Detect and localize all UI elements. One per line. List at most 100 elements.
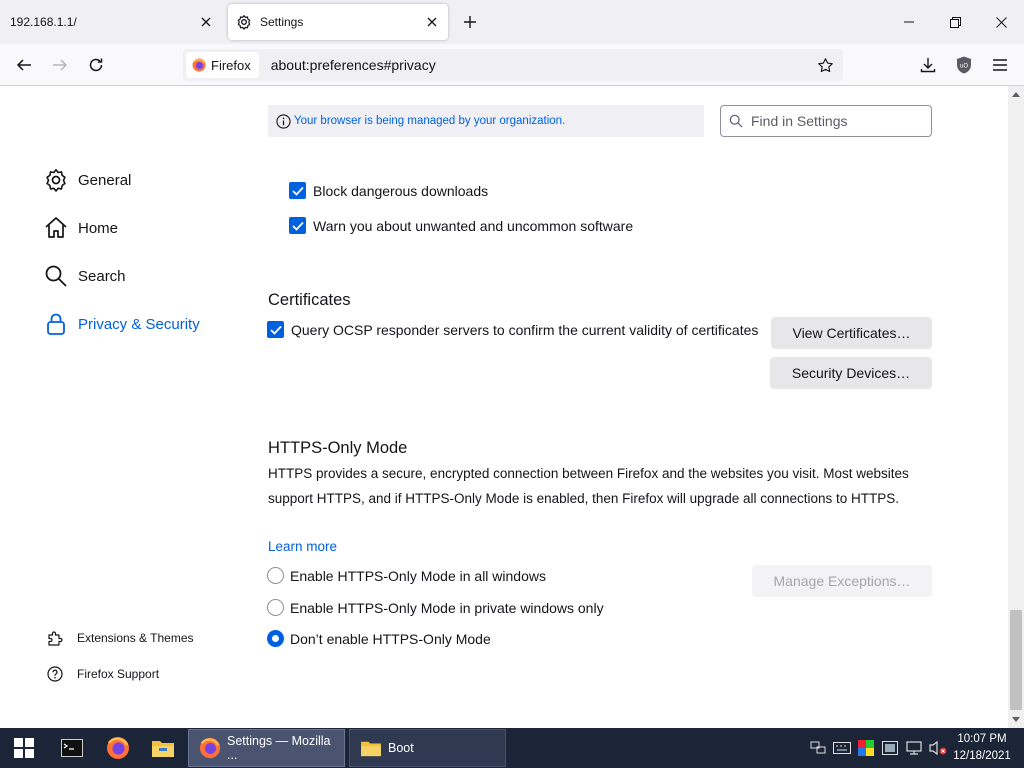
scroll-down-arrow-icon[interactable] — [1008, 712, 1024, 728]
home-icon — [44, 216, 68, 240]
warn-unwanted-software-checkbox[interactable] — [289, 217, 306, 234]
radio-label: Enable HTTPS-Only Mode in private window… — [290, 599, 604, 616]
sidebar-link-extensions-themes[interactable]: Extensions & Themes — [46, 629, 194, 647]
search-icon — [729, 113, 745, 129]
sidebar-item-label: General — [78, 171, 132, 189]
radio-button[interactable] — [267, 599, 284, 616]
url-text[interactable]: about:preferences#privacy — [271, 57, 436, 73]
tab-router[interactable]: 192.168.1.1/ — [0, 4, 222, 40]
url-bar[interactable]: Firefox about:preferences#privacy — [183, 49, 843, 81]
scroll-up-arrow-icon[interactable] — [1008, 86, 1024, 102]
hamburger-menu-icon[interactable] — [985, 50, 1015, 80]
close-tab-icon[interactable] — [420, 10, 444, 34]
windows-start-icon[interactable] — [2, 728, 46, 768]
keyboard-tray-icon[interactable] — [832, 738, 852, 758]
close-window-button[interactable] — [978, 0, 1024, 44]
restore-window-button[interactable] — [932, 0, 978, 44]
svg-text:uO: uO — [960, 64, 968, 70]
reload-button[interactable] — [81, 50, 111, 80]
find-in-settings-field[interactable] — [720, 105, 932, 137]
gear-icon — [236, 13, 254, 31]
windows-taskbar: Settings — Mozilla ... Boot 10:07 PM 12/… — [0, 728, 1024, 768]
clock-date: 12/18/2021 — [953, 750, 1011, 762]
firefox-support-label: Firefox Support — [77, 667, 160, 681]
firefox-logo-icon — [192, 58, 206, 72]
sidebar-item-label: Search — [78, 267, 126, 285]
tab-title: Settings — [260, 15, 304, 29]
learn-more-link[interactable]: Learn more — [268, 539, 337, 554]
puzzle-icon — [46, 629, 64, 647]
sidebar-item-privacy-security[interactable]: Privacy & Security — [44, 312, 200, 336]
warn-unwanted-software-option[interactable]: Warn you about unwanted and uncommon sof… — [289, 217, 633, 234]
page-scrollbar[interactable] — [1008, 86, 1024, 728]
taskbar-window-firefox-settings[interactable]: Settings — Mozilla ... — [188, 729, 345, 767]
volume-muted-icon[interactable] — [928, 738, 948, 758]
view-certificates-button[interactable]: View Certificates… — [771, 317, 932, 349]
manage-exceptions-button[interactable]: Manage Exceptions… — [752, 565, 932, 597]
block-dangerous-downloads-option[interactable]: Block dangerous downloads — [289, 182, 488, 199]
minimize-window-button[interactable] — [886, 0, 932, 44]
settings-content: General Home Search Privacy & Security E… — [0, 86, 1008, 728]
tab-settings[interactable]: Settings — [228, 4, 448, 40]
color-display-tray-icon[interactable] — [856, 738, 876, 758]
extensions-themes-label: Extensions & Themes — [77, 631, 194, 645]
search-icon — [44, 264, 68, 288]
taskbar-window-boot-folder[interactable]: Boot — [349, 729, 506, 767]
sidebar-item-search[interactable]: Search — [44, 264, 126, 288]
https-only-description: HTTPS provides a secure, encrypted conne… — [268, 466, 909, 506]
system-clock[interactable]: 10:07 PM 12/18/2021 — [952, 731, 1012, 765]
https-only-all-windows-option[interactable]: Enable HTTPS-Only Mode in all windows — [267, 567, 546, 584]
ocsp-option[interactable]: Query OCSP responder servers to confirm … — [267, 321, 758, 338]
taskbar-window-label: Boot — [388, 741, 414, 755]
network-devices-tray-icon[interactable] — [808, 738, 828, 758]
security-devices-button[interactable]: Security Devices… — [770, 357, 932, 389]
network-tray-icon[interactable] — [904, 738, 924, 758]
sidebar-item-label: Home — [78, 219, 119, 237]
radio-button[interactable] — [267, 567, 284, 584]
block-dangerous-downloads-checkbox[interactable] — [289, 182, 306, 199]
ublock-shield-icon[interactable]: uO — [949, 50, 979, 80]
radio-label: Enable HTTPS-Only Mode in all windows — [290, 567, 546, 584]
clock-time: 10:07 PM — [957, 733, 1007, 745]
star-icon[interactable] — [813, 53, 837, 77]
scrollbar-thumb[interactable] — [1010, 610, 1022, 710]
tab-title: 192.168.1.1/ — [10, 15, 77, 29]
terminal-icon[interactable] — [50, 728, 94, 768]
gear-icon — [44, 168, 68, 192]
back-button[interactable] — [9, 50, 39, 80]
firefox-icon — [199, 737, 221, 759]
taskbar-window-label: Settings — Mozilla ... — [227, 734, 331, 762]
new-tab-button[interactable] — [456, 8, 484, 36]
sidebar-item-general[interactable]: General — [44, 168, 131, 192]
identity-box[interactable]: Firefox — [186, 52, 259, 78]
managed-policy-banner[interactable]: Your browser is being managed by your or… — [268, 105, 704, 137]
forward-button[interactable] — [45, 50, 75, 80]
info-icon — [276, 113, 292, 129]
lock-icon — [44, 312, 68, 336]
help-icon — [46, 665, 64, 683]
download-button[interactable] — [913, 50, 943, 80]
checkbox-label: Warn you about unwanted and uncommon sof… — [313, 217, 634, 234]
checkbox-label: Query OCSP responder servers to confirm … — [291, 321, 759, 338]
checkbox-label: Block dangerous downloads — [313, 182, 489, 199]
certificates-heading: Certificates — [268, 291, 351, 309]
ocsp-checkbox[interactable] — [267, 321, 284, 338]
https-only-private-windows-option[interactable]: Enable HTTPS-Only Mode in private window… — [267, 599, 604, 616]
sidebar-item-label: Privacy & Security — [78, 315, 200, 333]
display-tray-icon[interactable] — [880, 738, 900, 758]
file-explorer-icon[interactable] — [141, 728, 185, 768]
navigation-toolbar: Firefox about:preferences#privacy uO — [0, 44, 1024, 86]
radio-button-selected[interactable] — [267, 630, 284, 647]
close-tab-icon[interactable] — [194, 10, 218, 34]
policy-banner-text: Your browser is being managed by your or… — [294, 115, 566, 127]
https-only-heading: HTTPS-Only Mode — [268, 439, 408, 457]
identity-label: Firefox — [211, 57, 251, 73]
firefox-icon[interactable] — [96, 728, 140, 768]
folder-icon — [360, 737, 382, 759]
https-only-disabled-option[interactable]: Don’t enable HTTPS-Only Mode — [267, 630, 491, 647]
find-in-settings-input[interactable] — [751, 113, 921, 129]
radio-label: Don’t enable HTTPS-Only Mode — [290, 630, 491, 647]
sidebar-item-home[interactable]: Home — [44, 216, 118, 240]
sidebar-link-firefox-support[interactable]: Firefox Support — [46, 665, 159, 683]
tab-strip: 192.168.1.1/ Settings — [0, 0, 1024, 44]
